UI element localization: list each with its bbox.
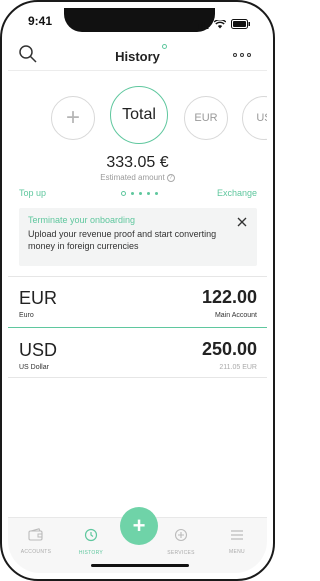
status-time: 9:41 bbox=[28, 14, 53, 28]
account-amount: 122.00 bbox=[201, 287, 257, 307]
account-divider bbox=[8, 327, 267, 328]
status-bar: 9:41 bbox=[8, 8, 267, 36]
page-dot bbox=[155, 192, 158, 195]
tab-services[interactable]: SERVICES bbox=[156, 528, 206, 556]
actions-row: Top up Exchange bbox=[19, 188, 257, 200]
close-button[interactable] bbox=[237, 214, 249, 227]
account-row-eur[interactable]: EUR Euro 122.00 Main Account bbox=[8, 278, 267, 328]
tab-label: SERVICES bbox=[167, 550, 195, 556]
tab-history[interactable]: HISTORY bbox=[66, 528, 116, 556]
account-amount: 250.00 bbox=[201, 339, 257, 359]
total-amount: 333.05 € bbox=[106, 154, 169, 171]
page-dot-active bbox=[121, 191, 126, 196]
tab-accounts[interactable]: ACCOUNTS bbox=[11, 528, 61, 555]
estimated-amount-label: Estimated amount? bbox=[8, 173, 267, 182]
info-icon[interactable]: ? bbox=[166, 173, 175, 182]
eur-currency-button[interactable]: EUR bbox=[184, 96, 228, 140]
exchange-link[interactable]: Exchange bbox=[217, 188, 257, 198]
page-dot bbox=[131, 192, 134, 195]
menu-icon bbox=[229, 528, 245, 545]
more-button[interactable] bbox=[233, 50, 253, 60]
page-title: History bbox=[115, 49, 160, 64]
estimated-label-text: Estimated amount bbox=[100, 173, 165, 182]
more-dot bbox=[233, 53, 237, 57]
banner-text: Upload your revenue proof and start conv… bbox=[28, 229, 217, 251]
total-currency-button[interactable]: Total bbox=[110, 86, 168, 144]
system-icons bbox=[195, 16, 251, 34]
account-row-usd[interactable]: USD US Dollar 250.00 211.05 EUR bbox=[8, 330, 267, 380]
add-currency-button[interactable]: + bbox=[51, 96, 95, 140]
history-icon bbox=[83, 528, 99, 546]
more-dot bbox=[247, 53, 251, 57]
onboarding-banner[interactable]: Terminate your onboarding Upload your re… bbox=[19, 208, 257, 266]
account-subtitle: 211.05 EUR bbox=[219, 364, 257, 371]
tab-menu[interactable]: MENU bbox=[212, 528, 262, 555]
banner-title: Terminate your onboarding bbox=[28, 215, 136, 225]
tab-label: MENU bbox=[229, 549, 245, 555]
account-divider bbox=[8, 276, 267, 277]
header-divider bbox=[8, 70, 267, 71]
tab-label: HISTORY bbox=[78, 550, 104, 556]
notch bbox=[64, 8, 215, 32]
account-name: Euro bbox=[19, 312, 34, 319]
home-indicator bbox=[91, 564, 189, 567]
usd-currency-button[interactable]: US bbox=[242, 96, 267, 140]
account-name: US Dollar bbox=[19, 364, 49, 371]
notification-dot bbox=[162, 44, 167, 49]
top-up-link[interactable]: Top up bbox=[19, 188, 46, 198]
tab-label: ACCOUNTS bbox=[20, 549, 52, 555]
battery-icon bbox=[231, 16, 251, 34]
screen: 9:41 History + Total EUR U 333.05 € Esti… bbox=[8, 8, 267, 573]
account-divider bbox=[8, 377, 267, 378]
account-subtitle: Main Account bbox=[214, 312, 257, 319]
close-icon bbox=[237, 214, 247, 231]
currency-carousel: + Total EUR US bbox=[8, 86, 267, 156]
phone-frame: 9:41 History + Total EUR U 333.05 € Esti… bbox=[0, 0, 275, 581]
add-fab-button[interactable]: + bbox=[120, 507, 158, 545]
wifi-icon bbox=[213, 16, 227, 34]
signal-icon bbox=[195, 16, 209, 34]
page-dot bbox=[139, 192, 142, 195]
page-indicator bbox=[121, 191, 158, 196]
more-dot bbox=[240, 53, 244, 57]
account-code: USD bbox=[19, 340, 58, 360]
services-icon bbox=[173, 528, 189, 546]
page-dot bbox=[147, 192, 150, 195]
wallet-icon bbox=[28, 528, 44, 545]
account-code: EUR bbox=[19, 288, 58, 308]
